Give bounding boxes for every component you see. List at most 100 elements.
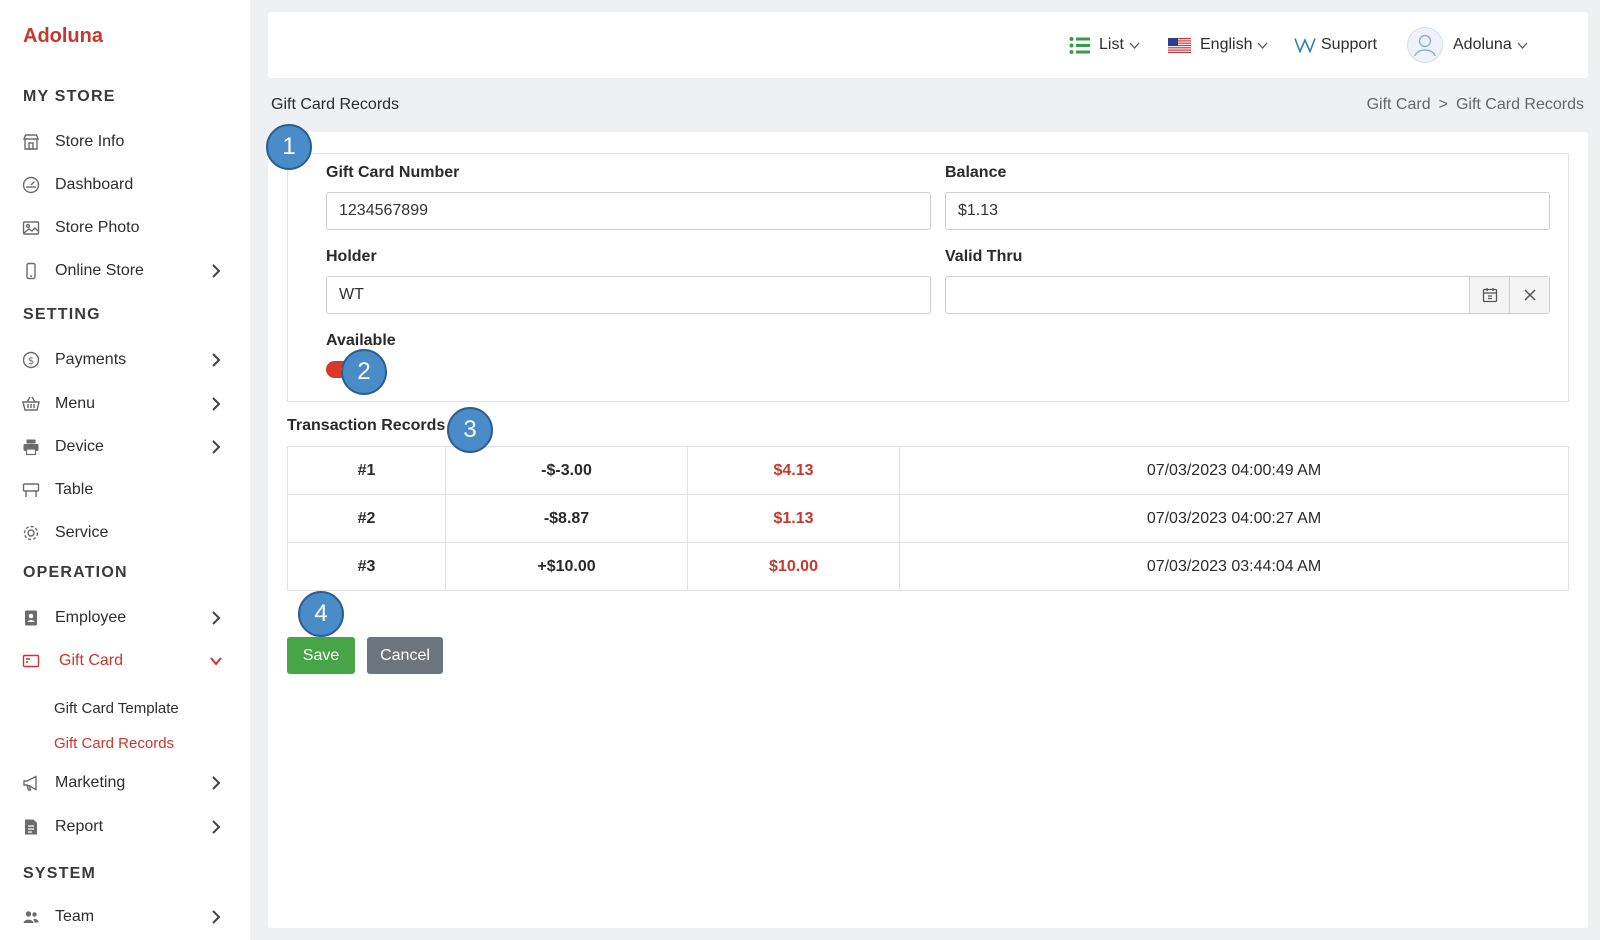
sidebar-item-gift-card[interactable]: Gift Card: [0, 643, 250, 679]
transaction-records-heading: Transaction Records: [287, 417, 446, 434]
table-icon: [22, 483, 40, 497]
store-icon: [22, 134, 40, 150]
sidebar-item-table[interactable]: Table: [0, 472, 250, 508]
clear-date-button[interactable]: [1509, 277, 1549, 313]
holder-input[interactable]: [326, 276, 931, 314]
sidebar-item-label: Gift Card: [59, 652, 124, 669]
gear-icon: [23, 525, 39, 541]
sidebar-item-employee[interactable]: Employee: [0, 600, 250, 636]
list-view-dropdown[interactable]: List: [1069, 12, 1140, 78]
user-name: Adoluna: [1453, 36, 1512, 53]
transaction-id: #3: [287, 542, 446, 591]
chevron-right-icon: [212, 820, 221, 834]
sidebar-subitem-gift-card-records[interactable]: Gift Card Records: [54, 735, 174, 752]
sidebar-item-label: Store Info: [55, 133, 125, 150]
calendar-icon: [1482, 288, 1497, 303]
sidebar-item-marketing[interactable]: Marketing: [0, 765, 250, 801]
holder-label: Holder: [326, 248, 377, 265]
chevron-right-icon: [212, 611, 221, 625]
step-badge-2: 2: [341, 349, 387, 395]
chevron-down-icon: [1129, 42, 1140, 49]
sidebar-item-menu[interactable]: Menu: [0, 386, 250, 422]
report-icon: [25, 819, 37, 835]
sidebar: Adoluna MY STORE Store Info Dashboard St…: [0, 0, 250, 940]
breadcrumb-parent[interactable]: Gift Card: [1367, 96, 1431, 113]
sidebar-item-label: Device: [55, 438, 104, 455]
sidebar-item-label: Store Photo: [55, 219, 140, 236]
step-badge-4: 4: [298, 591, 344, 637]
sidebar-item-store-photo[interactable]: Store Photo: [0, 210, 250, 246]
chevron-right-icon: [212, 776, 221, 790]
gift-card-icon: [22, 654, 40, 668]
sidebar-item-label: Payments: [55, 351, 127, 368]
list-icon: [1069, 36, 1090, 54]
page-title: Gift Card Records: [271, 96, 400, 113]
sidebar-item-label: Dashboard: [55, 176, 134, 193]
chevron-right-icon: [212, 353, 221, 367]
chevron-down-icon: [1258, 42, 1268, 49]
chevron-down-icon: [1517, 42, 1528, 49]
step-badge-1: 1: [266, 124, 312, 170]
sidebar-item-dashboard[interactable]: Dashboard: [0, 167, 250, 203]
sidebar-item-payments[interactable]: $ Payments: [0, 342, 250, 378]
chevron-right-icon: [212, 264, 221, 278]
sidebar-item-store-info[interactable]: Store Info: [0, 124, 250, 160]
sidebar-item-label: Report: [55, 818, 104, 835]
valid-thru-label: Valid Thru: [945, 248, 1023, 265]
transaction-table: #1 -$-3.00 $4.13 07/03/2023 04:00:49 AM …: [287, 446, 1569, 591]
breadcrumb-separator: >: [1438, 96, 1448, 113]
section-title-system: SYSTEM: [23, 865, 96, 882]
transaction-balance: $10.00: [687, 542, 900, 591]
support-w-icon: [1294, 37, 1316, 53]
main-card: Gift Card Number Balance Holder Valid Th…: [268, 132, 1588, 928]
transaction-date: 07/03/2023 04:00:49 AM: [899, 446, 1569, 495]
available-label: Available: [326, 332, 396, 349]
chevron-right-icon: [212, 397, 221, 411]
sidebar-item-service[interactable]: Service: [0, 515, 250, 551]
transaction-date: 07/03/2023 04:00:27 AM: [899, 494, 1569, 543]
save-button[interactable]: Save: [287, 637, 355, 674]
breadcrumb-current: Gift Card Records: [1455, 96, 1584, 113]
us-flag-icon: [1168, 37, 1191, 53]
sidebar-subitem-gift-card-template[interactable]: Gift Card Template: [54, 700, 179, 717]
support-link[interactable]: Support: [1294, 12, 1377, 78]
sidebar-item-label: Table: [55, 481, 94, 498]
transaction-amount: -$-3.00: [445, 446, 688, 495]
phone-icon: [26, 262, 36, 280]
team-icon: [23, 911, 39, 923]
section-title-setting: SETTING: [23, 306, 101, 323]
megaphone-icon: [23, 775, 37, 791]
sidebar-item-device[interactable]: Device: [0, 429, 250, 465]
language-dropdown[interactable]: English: [1168, 12, 1268, 78]
support-label: Support: [1321, 36, 1378, 53]
user-menu-dropdown[interactable]: Adoluna: [1407, 12, 1528, 78]
balance-input[interactable]: [945, 192, 1550, 230]
top-bar: List English Support Adoluna: [268, 12, 1588, 78]
chevron-down-icon: [210, 657, 222, 666]
printer-icon: [23, 439, 39, 456]
cancel-button[interactable]: Cancel: [367, 637, 443, 674]
table-row: #3 +$10.00 $10.00 07/03/2023 03:44:04 AM: [287, 542, 1569, 591]
gift-card-form: Gift Card Number Balance Holder Valid Th…: [287, 153, 1569, 402]
sidebar-item-label: Marketing: [55, 774, 126, 791]
gift-card-number-input[interactable]: [326, 192, 931, 230]
chevron-right-icon: [212, 440, 221, 454]
image-icon: [22, 221, 40, 235]
table-row: #1 -$-3.00 $4.13 07/03/2023 04:00:49 AM: [287, 446, 1569, 495]
id-badge-icon: [25, 610, 37, 626]
calendar-button[interactable]: [1469, 277, 1509, 313]
valid-thru-input[interactable]: [946, 277, 1469, 313]
section-title-my-store: MY STORE: [23, 88, 116, 105]
gauge-icon: [22, 176, 40, 194]
svg-text:$: $: [28, 356, 34, 367]
sidebar-item-label: Online Store: [55, 262, 144, 279]
balance-label: Balance: [945, 164, 1007, 181]
sidebar-item-team[interactable]: Team: [0, 899, 250, 935]
user-avatar-icon: [1407, 27, 1443, 63]
sidebar-item-report[interactable]: Report: [0, 809, 250, 845]
language-label: English: [1200, 36, 1253, 53]
brand-logo[interactable]: Adoluna: [23, 25, 103, 48]
sidebar-item-online-store[interactable]: Online Store: [0, 253, 250, 289]
sidebar-item-label: Menu: [55, 395, 96, 412]
sidebar-item-label: Employee: [55, 609, 127, 626]
